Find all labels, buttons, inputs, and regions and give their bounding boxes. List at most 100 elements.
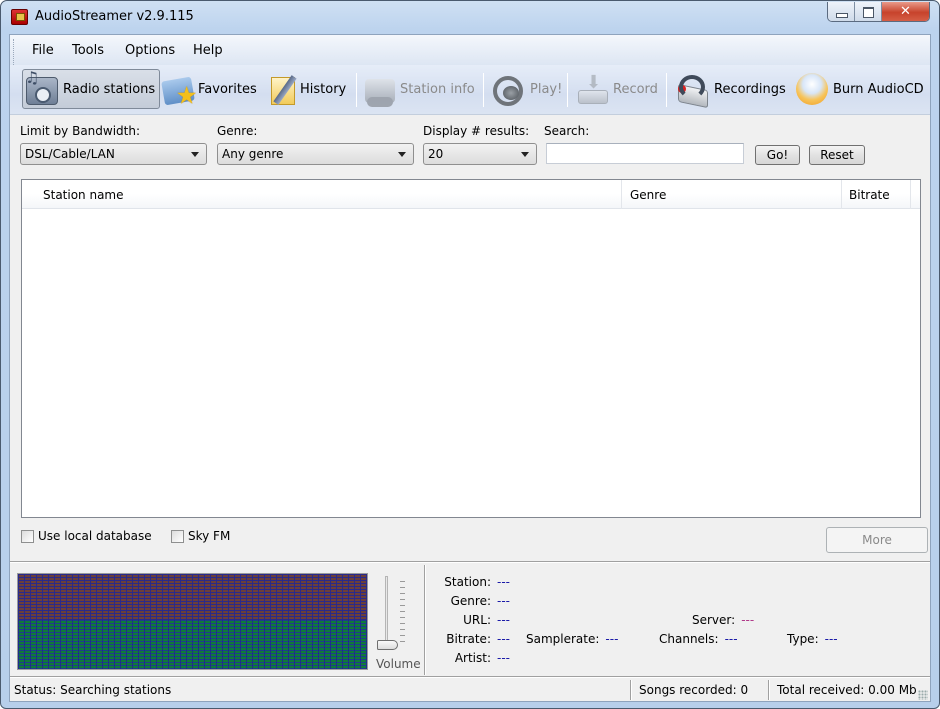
menu-help[interactable]: Help [193, 43, 223, 58]
songs-recorded: Songs recorded: 0 [639, 683, 749, 697]
info-artist-value: --- [497, 651, 510, 665]
favorites-button[interactable]: Favorites [160, 69, 261, 109]
reset-button[interactable]: Reset [809, 145, 865, 165]
station-info-icon [365, 79, 395, 107]
play-button[interactable]: Play! [488, 69, 566, 109]
info-server-value: --- [741, 613, 755, 627]
info-bitrate: Bitrate: --- [436, 632, 510, 646]
bandwidth-label: Limit by Bandwidth: [20, 124, 141, 138]
checkbox-box[interactable] [21, 529, 34, 543]
radio-stations-button[interactable]: Radio stations [22, 68, 161, 109]
spectrum-visualizer [17, 573, 368, 670]
more-button[interactable]: More [826, 527, 928, 553]
favorites-label: Favorites [198, 81, 257, 97]
client-area: File Tools Options Help Radio stations F… [9, 34, 931, 702]
resize-grip[interactable] [918, 690, 928, 700]
total-received: Total received: 0.00 Mb [777, 683, 917, 697]
window-controls: ✕ [827, 2, 930, 22]
info-channels-value: --- [724, 632, 738, 646]
use-local-database-label: Use local database [38, 529, 152, 543]
history-notepad-icon [271, 76, 295, 105]
visualizer-upper-band [18, 574, 367, 620]
use-local-database-checkbox[interactable]: Use local database [21, 529, 152, 543]
recordings-button[interactable]: Recordings [670, 69, 790, 109]
menu-options[interactable]: Options [125, 43, 175, 58]
menu-tools[interactable]: Tools [72, 43, 104, 58]
chevron-down-icon [191, 152, 199, 157]
record-label: Record [613, 81, 658, 97]
chevron-down-icon [521, 152, 529, 157]
recordings-label: Recordings [714, 81, 786, 97]
station-list[interactable]: Station name Genre Bitrate [21, 179, 921, 518]
menu-file[interactable]: File [32, 43, 54, 58]
volume-label: Volume [376, 657, 421, 671]
info-server-label: Server: [692, 613, 736, 627]
genre-label: Genre: [217, 124, 258, 138]
close-icon: ✕ [900, 4, 911, 19]
status-text: Status: Searching stations [14, 683, 172, 697]
maximize-button[interactable] [855, 2, 882, 21]
headphones-icon [491, 74, 525, 106]
bandwidth-value: DSL/Cable/LAN [25, 147, 115, 161]
info-channels-label: Channels: [659, 632, 719, 646]
search-filters: Limit by Bandwidth: DSL/Cable/LAN Genre:… [10, 116, 930, 176]
history-button[interactable]: History [268, 69, 350, 109]
info-station-label: Station: [444, 575, 491, 589]
info-artist: Artist: --- [436, 651, 510, 665]
column-station-name[interactable]: Station name [22, 180, 622, 209]
close-button[interactable]: ✕ [882, 2, 929, 21]
toolbar-separator [666, 73, 667, 107]
status-bar: Status: Searching stations Songs recorde… [10, 678, 930, 702]
minimize-button[interactable] [828, 2, 855, 21]
divider [10, 561, 930, 563]
visualizer-lower-band [18, 620, 367, 669]
info-type: Type: --- [787, 632, 838, 646]
results-select[interactable]: 20 [423, 143, 537, 165]
recordings-icon [673, 73, 709, 105]
app-icon[interactable] [11, 9, 28, 25]
status-separator [630, 680, 632, 700]
info-type-label: Type: [787, 632, 819, 646]
bandwidth-select[interactable]: DSL/Cable/LAN [20, 143, 207, 165]
info-server: Server: --- [692, 613, 754, 627]
column-genre[interactable]: Genre [623, 180, 842, 209]
menu-bar: File Tools Options Help [10, 35, 930, 99]
checkbox-box[interactable] [171, 529, 184, 543]
burn-cd-icon [796, 73, 828, 105]
search-input[interactable] [546, 143, 744, 164]
info-genre-value: --- [497, 594, 510, 608]
toolbar-separator [356, 73, 357, 107]
volume-ticks [400, 581, 405, 643]
stream-info-panel: Station: --- Genre: --- URL: --- Server: ---… [426, 565, 930, 677]
volume-slider-track[interactable] [385, 576, 388, 642]
info-station: Station: --- [436, 575, 510, 589]
column-bitrate[interactable]: Bitrate [843, 180, 911, 209]
go-button[interactable]: Go! [755, 145, 800, 165]
window-title: AudioStreamer v2.9.115 [35, 9, 194, 24]
search-label: Search: [544, 124, 590, 138]
burn-audiocd-button[interactable]: Burn AudioCD [793, 69, 928, 109]
info-url-value: --- [497, 613, 510, 627]
list-header: Station name Genre Bitrate [22, 180, 920, 209]
app-window: AudioStreamer v2.9.115 ✕ File Tools Opti… [0, 0, 940, 709]
info-genre-label: Genre: [450, 594, 491, 608]
genre-select[interactable]: Any genre [217, 143, 414, 165]
record-button[interactable]: Record [573, 69, 662, 109]
options-row: Use local database Sky FM More [10, 523, 930, 557]
volume-slider-thumb[interactable] [377, 640, 398, 650]
radio-stations-label: Radio stations [63, 81, 156, 97]
info-genre: Genre: --- [436, 594, 510, 608]
info-url-label: URL: [463, 613, 491, 627]
history-label: History [300, 81, 347, 97]
info-url: URL: --- [436, 613, 510, 627]
title-bar[interactable]: AudioStreamer v2.9.115 ✕ [1, 1, 939, 34]
play-label: Play! [530, 81, 563, 97]
info-bitrate-label: Bitrate: [446, 632, 491, 646]
record-drive-icon [576, 72, 608, 104]
station-info-button[interactable]: Station info [362, 69, 479, 109]
radio-icon [25, 68, 58, 105]
sky-fm-checkbox[interactable]: Sky FM [171, 529, 230, 543]
info-station-value: --- [497, 575, 510, 589]
info-bitrate-value: --- [497, 632, 510, 646]
toolbar-separator [567, 73, 568, 107]
